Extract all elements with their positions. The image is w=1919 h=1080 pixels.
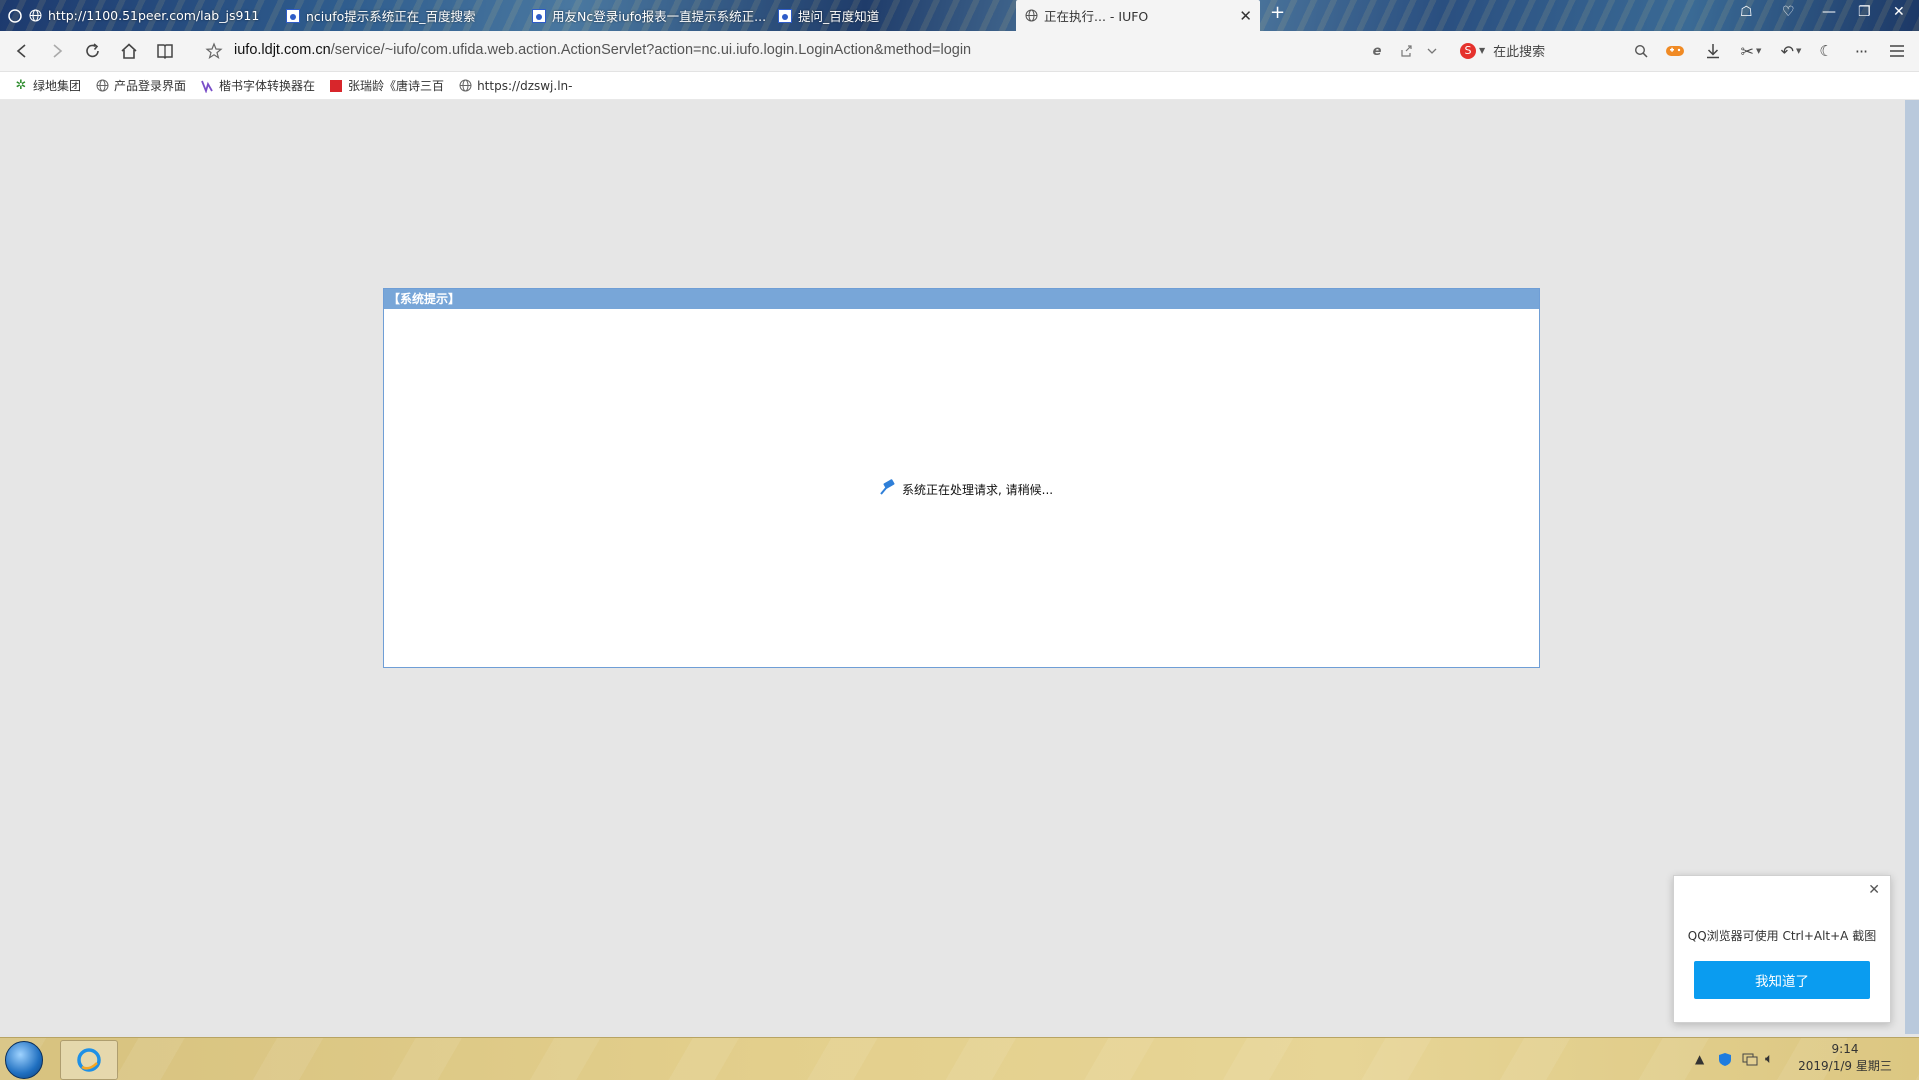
network-icon[interactable]	[1742, 1038, 1758, 1080]
globe-icon	[95, 79, 109, 93]
game-controller-icon[interactable]	[1664, 40, 1686, 62]
screenshot-scissors-icon[interactable]: ✂ ▼	[1736, 40, 1766, 62]
globe-icon	[458, 79, 472, 93]
bookmark-item[interactable]: 产品登录界面	[95, 77, 186, 94]
refresh-icon[interactable]	[82, 40, 104, 62]
tab-strip: http://1100.51peer.com/lab_js911 nciufo提…	[0, 0, 1919, 31]
loading-message: 系统正在处理请求, 请稍候...	[902, 483, 1054, 497]
tab-3[interactable]: 用友Nc登录iufo报表一直提示系统正...	[524, 0, 769, 31]
bookmark-label: 张瑞龄《唐诗三百	[348, 79, 445, 93]
got-it-button[interactable]: 我知道了	[1694, 961, 1870, 999]
screenshot-tip-popup: ✕ QQ浏览器可使用 Ctrl+Alt+A 截图 我知道了	[1673, 875, 1891, 1023]
tab-label: 提问_百度知道	[798, 9, 880, 24]
vertical-scrollbar[interactable]	[1905, 100, 1919, 1034]
browser-toolbar: iufo.ldjt.com.cn/service/~iufo/com.ufida…	[0, 31, 1919, 72]
system-clock[interactable]: 9:14 2019/1/9 星期三	[1790, 1041, 1900, 1075]
bookmark-item[interactable]: ✲ 绿地集团	[14, 77, 81, 94]
qq-browser-icon	[77, 1048, 101, 1072]
show-hidden-icons[interactable]: ▲	[1695, 1038, 1704, 1080]
close-icon[interactable]: ✕	[1868, 882, 1880, 898]
bookmarks-bar: ✲ 绿地集团 产品登录界面 楷书字体转换器在 张瑞龄《唐诗三百 https://…	[0, 72, 1919, 100]
close-window-button[interactable]: ✕	[1893, 4, 1905, 20]
bookmark-star-icon[interactable]	[203, 40, 225, 62]
ie-compat-icon[interactable]: e	[1366, 40, 1388, 62]
security-tray-icon[interactable]	[1718, 1038, 1732, 1080]
new-tab-button[interactable]: +	[1270, 2, 1285, 23]
globe-icon	[28, 9, 42, 23]
search-icon[interactable]	[1630, 40, 1652, 62]
menu-icon[interactable]	[1886, 40, 1908, 62]
bookmark-item[interactable]: 楷书字体转换器在	[200, 77, 315, 94]
download-icon[interactable]	[1702, 40, 1724, 62]
url-path: /service/~iufo/com.ufida.web.action.Acti…	[330, 42, 972, 58]
windows-taskbar: ▲ 🔈︎ 9:14 2019/1/9 星期三	[0, 1037, 1919, 1080]
dialog-title: 【系统提示】	[384, 289, 1539, 309]
tab-label: 正在执行... - IUFO	[1044, 9, 1149, 24]
baidu-icon	[532, 8, 546, 23]
url-host: iufo.ldjt.com.cn	[234, 42, 331, 58]
reading-mode-icon[interactable]	[154, 40, 176, 62]
tab-label: 用友Nc登录iufo报表一直提示系统正...	[552, 9, 767, 24]
undo-close-icon[interactable]: ↶ ▼	[1776, 40, 1806, 62]
search-engine-dropdown-icon[interactable]: ▼	[1479, 46, 1485, 55]
red-book-icon	[329, 79, 343, 93]
address-bar-url[interactable]: iufo.ldjt.com.cn/service/~iufo/com.ufida…	[234, 42, 971, 58]
tab-2[interactable]: nciufo提示系统正在_百度搜索	[278, 0, 523, 31]
popup-text: QQ浏览器可使用 Ctrl+Alt+A 截图	[1687, 929, 1877, 943]
skin-icon[interactable]: ♡	[1782, 4, 1795, 20]
home-icon[interactable]	[118, 40, 140, 62]
clock-date: 2019/1/9 星期三	[1798, 1059, 1892, 1073]
tab-1[interactable]: http://1100.51peer.com/lab_js911	[0, 0, 275, 31]
forward-icon[interactable]	[46, 40, 68, 62]
back-icon[interactable]	[11, 40, 33, 62]
snowflake-icon: ✲	[15, 78, 27, 93]
tab-4[interactable]: 提问_百度知道	[770, 0, 1015, 31]
share-icon[interactable]	[1395, 40, 1417, 62]
clock-time: 9:14	[1831, 1042, 1859, 1056]
globe-icon	[1024, 9, 1038, 23]
browser-logo-icon	[8, 8, 22, 23]
tab-label: nciufo提示系统正在_百度搜索	[306, 9, 476, 24]
baidu-icon	[778, 8, 792, 23]
restore-button[interactable]: ❐	[1858, 4, 1871, 20]
baidu-icon	[286, 8, 300, 23]
loading-indicator: 系统正在处理请求, 请稍候...	[878, 479, 1053, 500]
loading-pin-icon	[878, 479, 898, 500]
taskbar-browser-app[interactable]	[60, 1040, 118, 1080]
bookmark-item[interactable]: 张瑞龄《唐诗三百	[329, 77, 444, 94]
shield-icon[interactable]: ☖	[1740, 4, 1753, 20]
more-icon[interactable]: ···	[1850, 40, 1872, 62]
close-tab-icon[interactable]: ✕	[1239, 7, 1252, 25]
start-button[interactable]	[5, 1041, 43, 1079]
search-input[interactable]: 在此搜索	[1493, 41, 1545, 60]
bookmark-label: https://dzswj.ln-	[477, 78, 573, 93]
volume-icon[interactable]: 🔈︎	[1765, 1038, 1773, 1080]
chevron-down-icon[interactable]	[1421, 40, 1443, 62]
sogou-search-icon[interactable]: S	[1460, 42, 1476, 59]
tab-5-active[interactable]: 正在执行... - IUFO ✕	[1016, 0, 1260, 31]
tab-label: http://1100.51peer.com/lab_js911	[48, 8, 260, 23]
bookmark-label: 产品登录界面	[114, 79, 187, 93]
system-prompt-dialog: 【系统提示】 系统正在处理请求, 请稍候...	[383, 288, 1540, 668]
minimize-button[interactable]: —	[1822, 4, 1836, 20]
bookmark-label: 楷书字体转换器在	[219, 79, 316, 93]
night-mode-icon[interactable]: ☾	[1815, 40, 1837, 62]
search-box[interactable]: S ▼ 在此搜索	[1460, 37, 1655, 64]
bookmark-label: 绿地集团	[33, 79, 82, 93]
bookmark-item[interactable]: https://dzswj.ln-	[458, 79, 572, 93]
brand-icon	[200, 79, 214, 93]
